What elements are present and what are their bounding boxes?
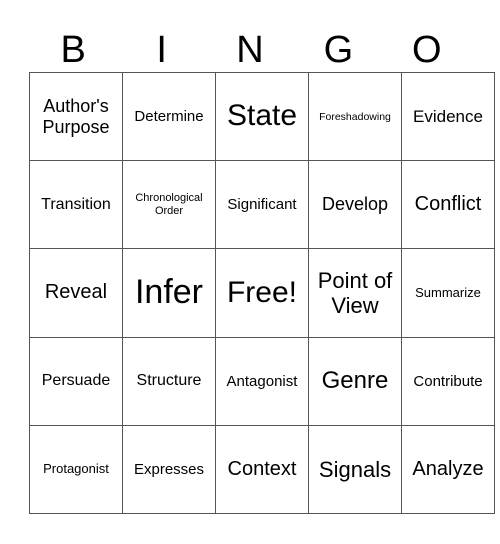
grid-row: Protagonist Expresses Context Signals An…	[29, 424, 495, 515]
grid-row: Author's Purpose Determine State Foresha…	[29, 71, 495, 162]
bingo-cell[interactable]: Genre	[308, 336, 402, 426]
bingo-cell[interactable]: Significant	[215, 160, 309, 250]
bingo-cell[interactable]: Author's Purpose	[29, 71, 123, 162]
bingo-cell[interactable]: Evidence	[401, 71, 495, 162]
bingo-cell[interactable]: Foreshadowing	[308, 71, 402, 162]
bingo-cell[interactable]: Point of View	[308, 248, 402, 338]
grid-row: Transition Chronological Order Significa…	[29, 160, 495, 250]
bingo-grid: Author's Purpose Determine State Foresha…	[29, 71, 495, 515]
bingo-cell[interactable]: Chronological Order	[122, 160, 216, 250]
header-letter-o: O	[412, 29, 442, 71]
grid-row: Persuade Structure Antagonist Genre Cont…	[29, 336, 495, 426]
bingo-cell[interactable]: Signals	[308, 424, 402, 515]
bingo-cell[interactable]: State	[215, 71, 309, 162]
bingo-cell[interactable]: Infer	[122, 248, 216, 338]
bingo-cell[interactable]: Reveal	[29, 248, 123, 338]
bingo-cell[interactable]: Transition	[29, 160, 123, 250]
bingo-cell[interactable]: Structure	[122, 336, 216, 426]
bingo-header: B I N G O	[29, 28, 471, 72]
header-letter-n: N	[236, 29, 264, 71]
free-space-cell[interactable]: Free!	[215, 248, 309, 338]
bingo-cell[interactable]: Expresses	[122, 424, 216, 515]
bingo-cell[interactable]: Persuade	[29, 336, 123, 426]
bingo-cell[interactable]: Summarize	[401, 248, 495, 338]
grid-row: Reveal Infer Free! Point of View Summari…	[29, 248, 495, 338]
header-letter-g: G	[323, 29, 354, 71]
bingo-cell[interactable]: Contribute	[401, 336, 495, 426]
header-letter-i: I	[156, 29, 167, 71]
bingo-cell[interactable]: Antagonist	[215, 336, 309, 426]
bingo-cell[interactable]: Develop	[308, 160, 402, 250]
bingo-cell[interactable]: Analyze	[401, 424, 495, 515]
header-letter-b: B	[60, 29, 86, 71]
bingo-cell[interactable]: Conflict	[401, 160, 495, 250]
bingo-cell[interactable]: Determine	[122, 71, 216, 162]
bingo-cell[interactable]: Protagonist	[29, 424, 123, 515]
bingo-cell[interactable]: Context	[215, 424, 309, 515]
